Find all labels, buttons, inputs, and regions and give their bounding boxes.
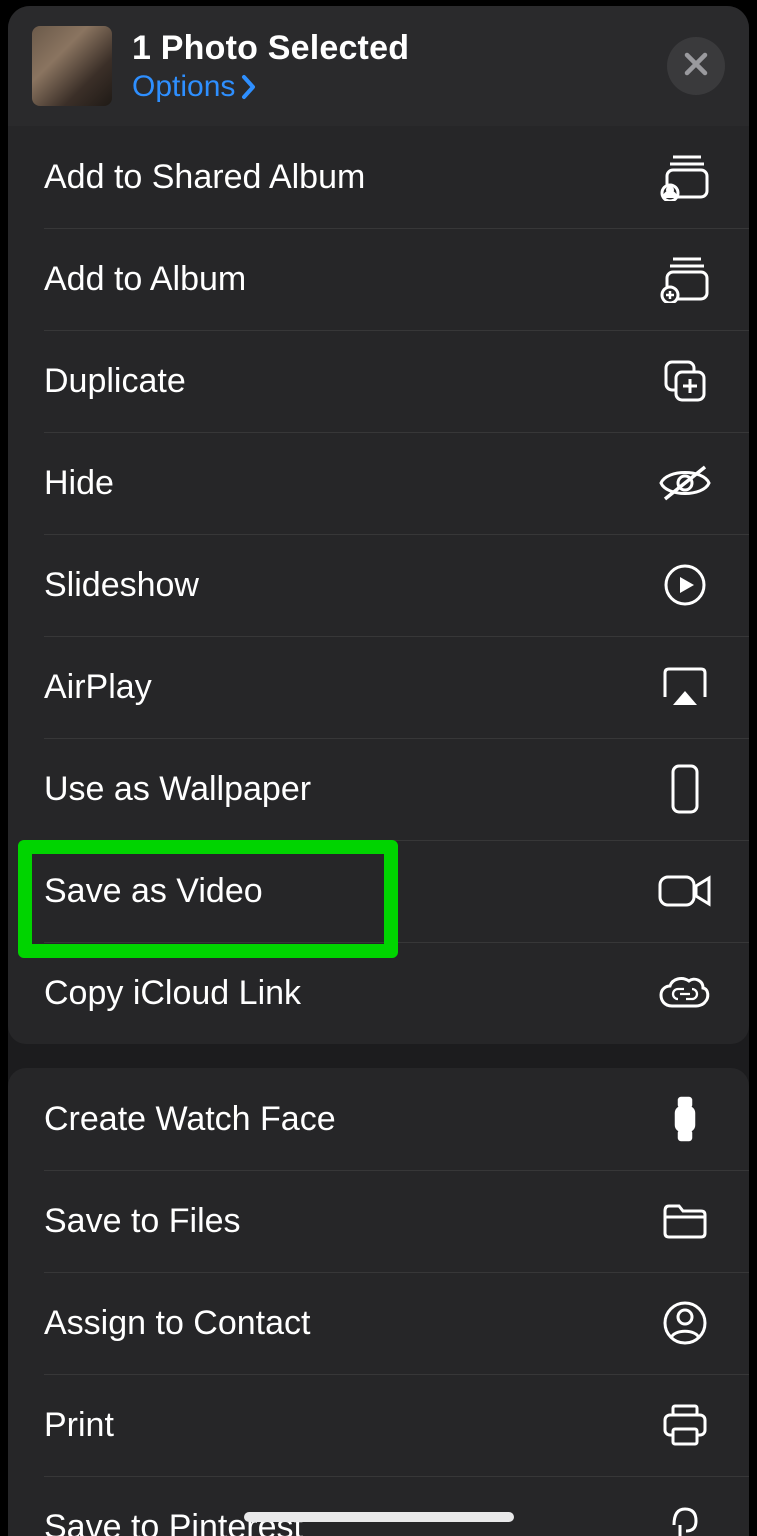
row-label: Create Watch Face	[44, 1100, 336, 1139]
options-label: Options	[132, 70, 235, 104]
header-text-block: 1 Photo Selected Options	[132, 29, 667, 104]
print-icon	[657, 1397, 713, 1453]
row-add-album[interactable]: Add to Album	[8, 228, 749, 330]
row-assign-to-contact[interactable]: Assign to Contact	[8, 1272, 749, 1374]
row-slideshow[interactable]: Slideshow	[8, 534, 749, 636]
row-save-to-pinterest[interactable]: Save to Pinterest	[8, 1476, 749, 1536]
row-label: Use as Wallpaper	[44, 770, 311, 809]
row-label: Add to Album	[44, 260, 246, 299]
slideshow-icon	[657, 557, 713, 613]
airplay-icon	[657, 659, 713, 715]
row-label: Copy iCloud Link	[44, 974, 301, 1013]
share-sheet-header: 1 Photo Selected Options	[8, 6, 749, 126]
row-label: Assign to Contact	[44, 1304, 310, 1343]
home-indicator[interactable]	[244, 1512, 514, 1522]
shared-album-icon	[657, 149, 713, 205]
row-copy-icloud-link[interactable]: Copy iCloud Link	[8, 942, 749, 1044]
options-button[interactable]: Options	[132, 70, 257, 104]
row-duplicate[interactable]: Duplicate	[8, 330, 749, 432]
action-group-2: Create Watch Face Save to Files	[8, 1068, 749, 1536]
row-add-shared-album[interactable]: Add to Shared Album	[8, 126, 749, 228]
hide-icon	[657, 455, 713, 511]
row-airplay[interactable]: AirPlay	[8, 636, 749, 738]
row-label: Add to Shared Album	[44, 158, 365, 197]
duplicate-icon	[657, 353, 713, 409]
row-hide[interactable]: Hide	[8, 432, 749, 534]
wallpaper-icon	[657, 761, 713, 817]
close-button[interactable]	[667, 37, 725, 95]
row-label: Save as Video	[44, 872, 263, 911]
action-group-1: Add to Shared Album Add to Album	[8, 126, 749, 1044]
add-album-icon	[657, 251, 713, 307]
row-label: Hide	[44, 464, 114, 503]
share-sheet: 1 Photo Selected Options Add to S	[8, 6, 749, 1536]
video-icon	[657, 863, 713, 919]
pinterest-icon	[657, 1499, 713, 1536]
watch-icon	[657, 1091, 713, 1147]
row-wallpaper[interactable]: Use as Wallpaper	[8, 738, 749, 840]
selection-title: 1 Photo Selected	[132, 29, 667, 68]
contact-icon	[657, 1295, 713, 1351]
row-create-watch-face[interactable]: Create Watch Face	[8, 1068, 749, 1170]
icloud-link-icon	[657, 965, 713, 1021]
close-icon	[683, 51, 709, 82]
folder-icon	[657, 1193, 713, 1249]
action-list: Add to Shared Album Add to Album	[8, 126, 749, 1536]
row-save-as-video[interactable]: Save as Video	[8, 840, 749, 942]
selected-photo-thumbnail[interactable]	[32, 26, 112, 106]
row-label: Slideshow	[44, 566, 199, 605]
row-label: Save to Files	[44, 1202, 241, 1241]
row-save-to-files[interactable]: Save to Files	[8, 1170, 749, 1272]
row-print[interactable]: Print	[8, 1374, 749, 1476]
row-label: Print	[44, 1406, 114, 1445]
chevron-right-icon	[241, 74, 257, 100]
row-label: Duplicate	[44, 362, 186, 401]
row-label: AirPlay	[44, 668, 152, 707]
